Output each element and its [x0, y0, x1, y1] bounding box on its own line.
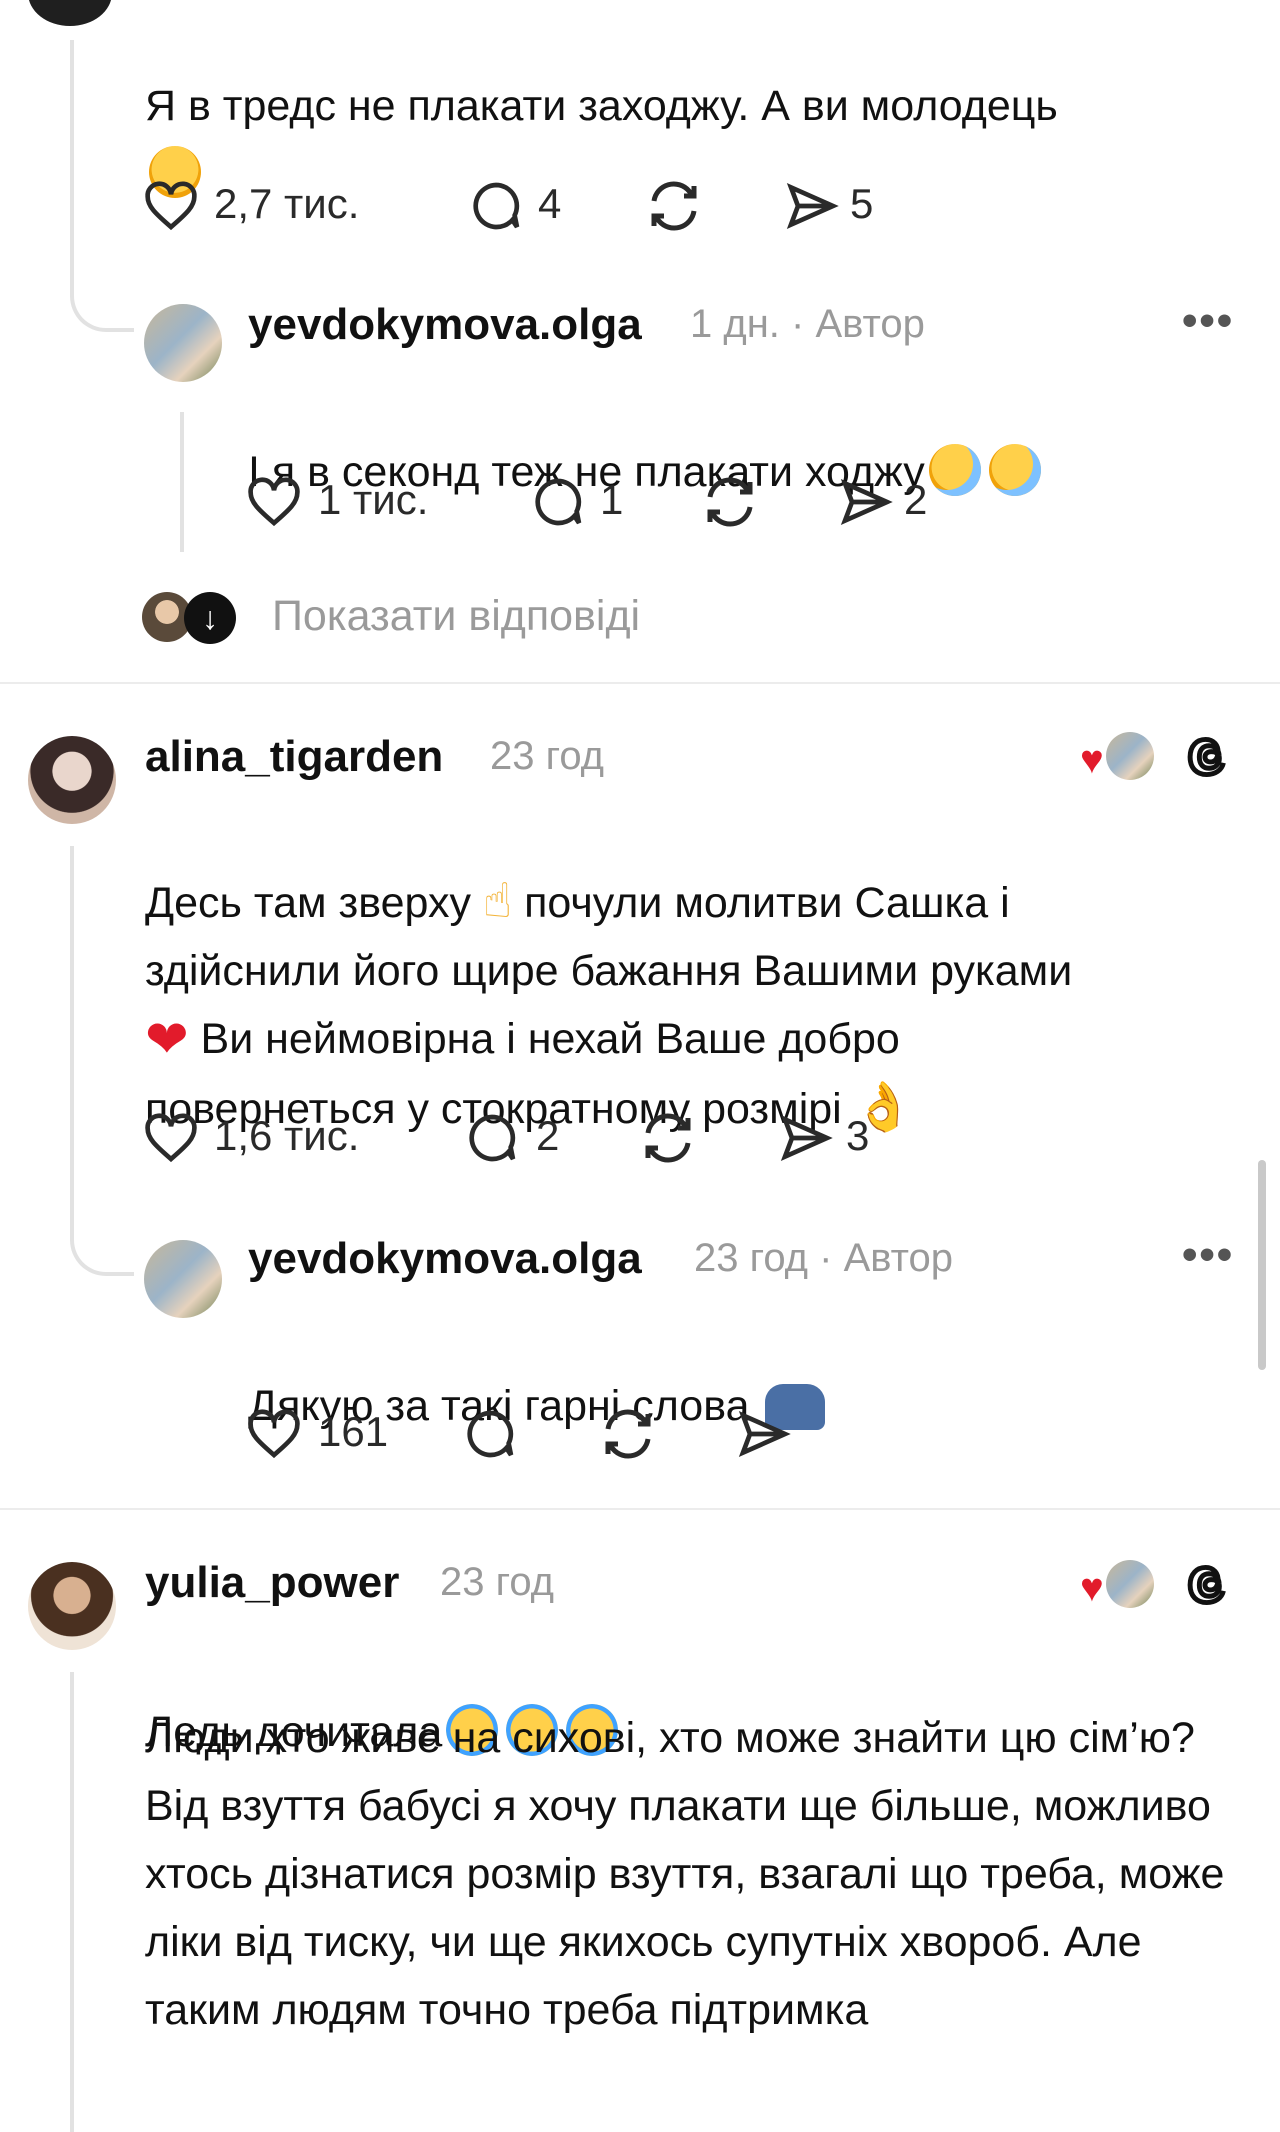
time: 23 год: [694, 1236, 809, 1280]
timestamp: 23 год: [440, 1560, 555, 1604]
repost-icon[interactable]: [638, 1108, 698, 1168]
more-options-icon[interactable]: •••: [1182, 1230, 1234, 1280]
repost-icon[interactable]: [700, 472, 760, 532]
author-liked-indicator: ♥: [1080, 1556, 1156, 1616]
avatar[interactable]: [28, 736, 116, 824]
comment-text: Люди хто живе на сихові, хто може знайти…: [145, 1714, 1225, 2034]
share-icon[interactable]: [778, 1110, 834, 1166]
author-badge: Автор: [815, 302, 925, 346]
crying-face-emoji-icon: [988, 444, 1041, 496]
more-options-icon[interactable]: •••: [1182, 296, 1234, 346]
author-avatar: [1106, 732, 1154, 780]
separator: ·: [819, 1236, 833, 1280]
author-badge: Автор: [843, 1236, 954, 1280]
heart-icon: ♥: [1080, 738, 1104, 782]
thread-line: [180, 412, 184, 552]
author-liked-indicator: ♥: [1080, 728, 1156, 788]
share-count: 3: [846, 1112, 870, 1159]
comment-text: Десь там зверху ☝ почули молитви Сашка і…: [145, 800, 1245, 1143]
reply-icon[interactable]: [464, 1110, 520, 1166]
heart-icon: ♥: [1080, 1566, 1104, 1610]
scrollbar[interactable]: [1258, 1160, 1266, 1370]
avatar[interactable]: [144, 304, 222, 382]
heart-icon[interactable]: [246, 476, 302, 528]
reply-count: 1: [600, 476, 624, 523]
avatar[interactable]: [28, 1562, 116, 1650]
heart-icon[interactable]: [246, 1408, 302, 1460]
like-count: 1 тис.: [318, 476, 429, 523]
divider: [0, 1508, 1280, 1510]
reply-icon[interactable]: [468, 178, 524, 234]
crying-face-emoji-icon: [928, 444, 981, 496]
share-icon[interactable]: [838, 474, 894, 530]
red-heart-emoji-icon: ❤: [145, 1011, 189, 1069]
reply-count: 2: [536, 1112, 560, 1159]
share-icon[interactable]: [736, 1406, 792, 1462]
share-count: 5: [850, 180, 874, 227]
username[interactable]: yevdokymova.olga: [248, 1234, 642, 1284]
comment-line: Десь там зверху: [145, 879, 471, 927]
username[interactable]: alina_tigarden: [145, 732, 443, 782]
thread-connector: [70, 260, 134, 332]
thread-line: [70, 40, 74, 290]
timestamp: 1 дн. · Автор: [690, 302, 925, 347]
divider: [0, 682, 1280, 684]
avatar[interactable]: [144, 1240, 222, 1318]
thread-connector: [70, 1200, 134, 1276]
timestamp: 23 год · Автор: [694, 1236, 953, 1281]
username[interactable]: yevdokymova.olga: [248, 300, 642, 350]
username[interactable]: yulia_power: [145, 1558, 399, 1608]
avatar[interactable]: [28, 0, 112, 26]
threads-icon[interactable]: [1182, 730, 1236, 784]
heart-icon[interactable]: [143, 180, 199, 232]
pointing-up-emoji-icon: ☝: [482, 875, 513, 928]
like-count: 1,6 тис.: [214, 1112, 360, 1159]
comment-line: здійснили його щире бажання Вашими рукам…: [145, 947, 1073, 995]
repost-icon[interactable]: [598, 1404, 658, 1464]
comment-line: Ви неймовірна і нехай Ваше добро: [200, 1015, 900, 1063]
separator: ·: [791, 302, 805, 346]
comment-text-content: Я в тредс не плакати заходжу. А ви молод…: [145, 82, 1058, 130]
reply-count: 4: [538, 180, 562, 227]
like-count: 161: [318, 1408, 389, 1455]
arrow-down-icon[interactable]: ↓: [184, 592, 236, 644]
heart-icon[interactable]: [143, 1112, 199, 1164]
reply-icon[interactable]: [462, 1406, 518, 1462]
threads-icon[interactable]: [1182, 1558, 1236, 1612]
repost-icon[interactable]: [644, 176, 704, 236]
author-avatar: [1106, 1560, 1154, 1608]
reply-icon[interactable]: [530, 474, 586, 530]
comment-line: почули молитви Сашка і: [524, 879, 1010, 927]
thread-line: [70, 846, 74, 1226]
share-count: 2: [904, 476, 928, 523]
share-icon[interactable]: [784, 178, 840, 234]
timestamp: 23 год: [490, 734, 605, 778]
show-replies-link[interactable]: Показати відповіді: [272, 592, 640, 641]
like-count: 2,7 тис.: [214, 180, 360, 227]
time: 1 дн.: [690, 302, 780, 346]
thread-line: [70, 1672, 74, 2132]
